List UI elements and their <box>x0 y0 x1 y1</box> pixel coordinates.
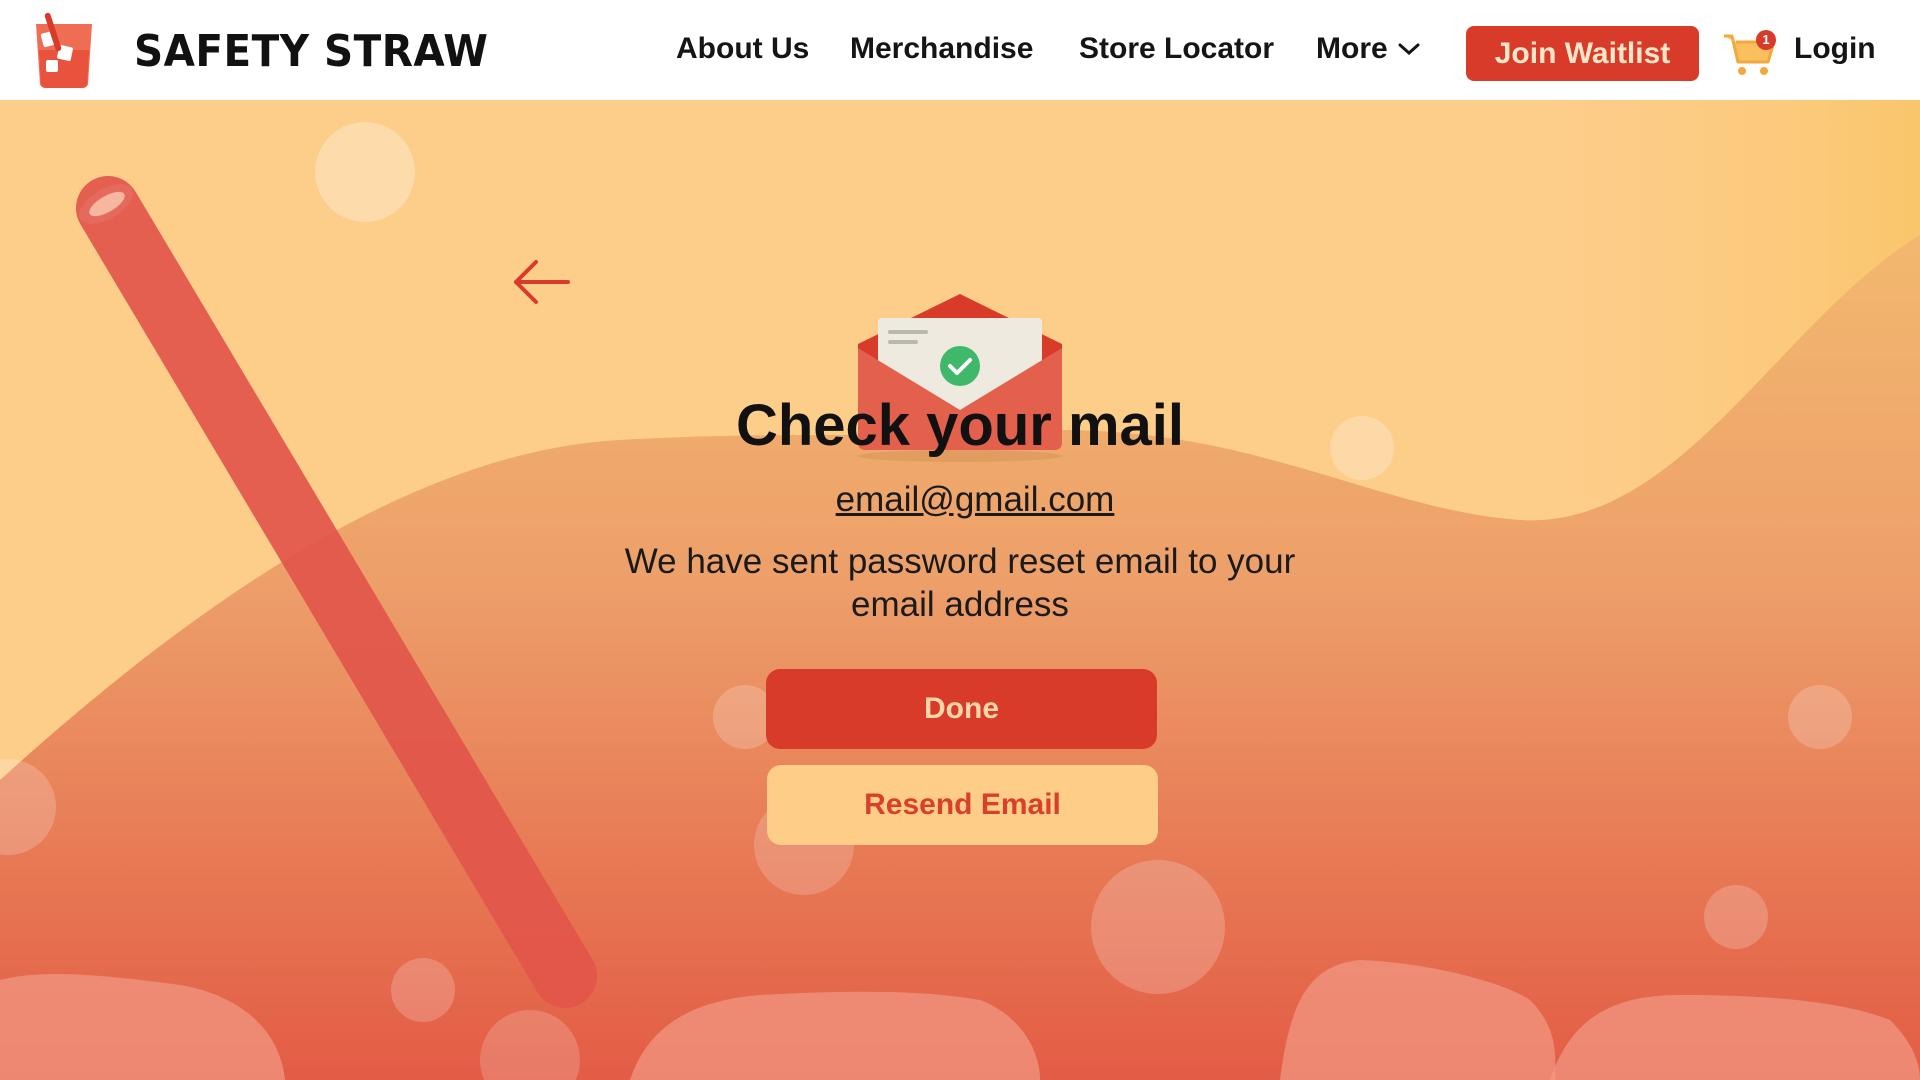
nav-merchandise[interactable]: Merchandise <box>850 32 1033 66</box>
glass-straw-logo-icon[interactable] <box>30 10 98 90</box>
nav-about-us[interactable]: About Us <box>676 32 809 66</box>
chevron-down-icon <box>1398 43 1420 56</box>
email-address[interactable]: email@gmail.com <box>836 480 1115 519</box>
cart-count-badge: 1 <box>1756 30 1776 50</box>
hero-section: Check your mail email@gmail.com We have … <box>0 100 1920 1080</box>
join-waitlist-button[interactable]: Join Waitlist <box>1466 26 1699 81</box>
brand-name[interactable]: SAFETY STRAW <box>134 26 488 77</box>
login-link[interactable]: Login <box>1794 32 1876 66</box>
nav-store-locator[interactable]: Store Locator <box>1079 32 1274 66</box>
site-header: SAFETY STRAW About Us Merchandise Store … <box>0 0 1920 100</box>
page-title: Check your mail <box>735 393 1185 458</box>
nav-more-label: More <box>1316 32 1388 65</box>
email-address-link[interactable]: email@gmail.com <box>0 480 1920 520</box>
nav-more-dropdown[interactable]: More <box>1316 32 1420 66</box>
resend-email-button[interactable]: Resend Email <box>767 765 1158 845</box>
arrow-left-icon[interactable] <box>512 258 574 306</box>
confirmation-message: We have sent password reset email to you… <box>624 542 1296 624</box>
done-button[interactable]: Done <box>766 669 1157 749</box>
